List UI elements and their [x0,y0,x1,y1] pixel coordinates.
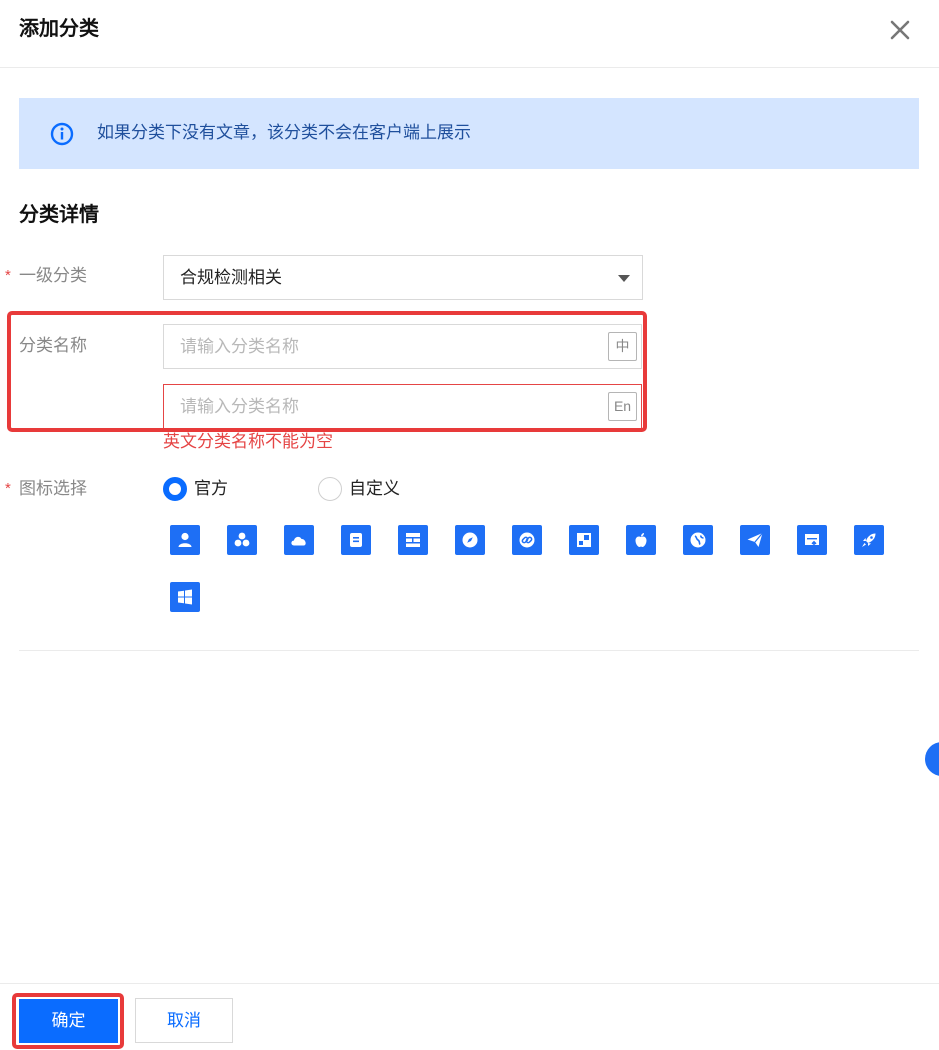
radio-custom-label: 自定义 [349,479,400,498]
monitor-upload-icon[interactable] [797,525,827,555]
compass-icon[interactable] [455,525,485,555]
lang-zh-badge: 中 [608,332,637,361]
radio-official-label: 官方 [194,479,228,498]
section-title: 分类详情 [19,204,99,226]
globe-icon[interactable] [683,525,713,555]
close-icon[interactable] [884,14,916,46]
dialog-header: 添加分类 [0,0,939,68]
level1-label: 一级分类 [19,266,87,285]
info-icon [50,122,74,146]
divider [19,650,919,651]
dialog-footer: 确定 取消 [0,983,939,1050]
info-alert: 如果分类下没有文章，该分类不会在客户端上展示 [19,98,919,169]
name-en-input[interactable] [164,385,584,428]
apple-icon[interactable] [626,525,656,555]
radio-dot [163,477,187,501]
level1-select[interactable]: 合规检测相关 [163,255,643,300]
chevron-down-icon [618,275,630,282]
name-label: 分类名称 [19,336,87,355]
icon-label: 图标选择 [19,479,87,498]
radio-official[interactable]: 官方 [163,476,243,502]
link-icon[interactable] [512,525,542,555]
document-icon[interactable] [341,525,371,555]
user-icon[interactable] [170,525,200,555]
rocket-icon[interactable] [854,525,884,555]
radio-custom[interactable]: 自定义 [318,476,418,502]
name-en-field: En [163,384,642,429]
name-zh-input[interactable] [164,325,584,368]
name-zh-field: 中 [163,324,642,369]
windows-icon[interactable] [170,582,200,612]
radio-dot [318,477,342,501]
lang-en-badge: En [608,392,637,421]
confirm-button[interactable]: 确定 [19,999,118,1043]
paper-plane-icon[interactable] [740,525,770,555]
split-icon[interactable] [569,525,599,555]
level1-value: 合规检测相关 [180,268,282,287]
cloud-icon[interactable] [284,525,314,555]
dialog-title: 添加分类 [19,18,99,40]
alert-text: 如果分类下没有文章，该分类不会在客户端上展示 [97,123,471,142]
floating-help-button[interactable] [925,742,939,776]
required-mark: * [5,267,11,284]
group-icon[interactable] [227,525,257,555]
required-mark: * [5,480,11,497]
cancel-button[interactable]: 取消 [135,998,233,1043]
name-en-error: 英文分类名称不能为空 [163,432,333,451]
layout-icon[interactable] [398,525,428,555]
